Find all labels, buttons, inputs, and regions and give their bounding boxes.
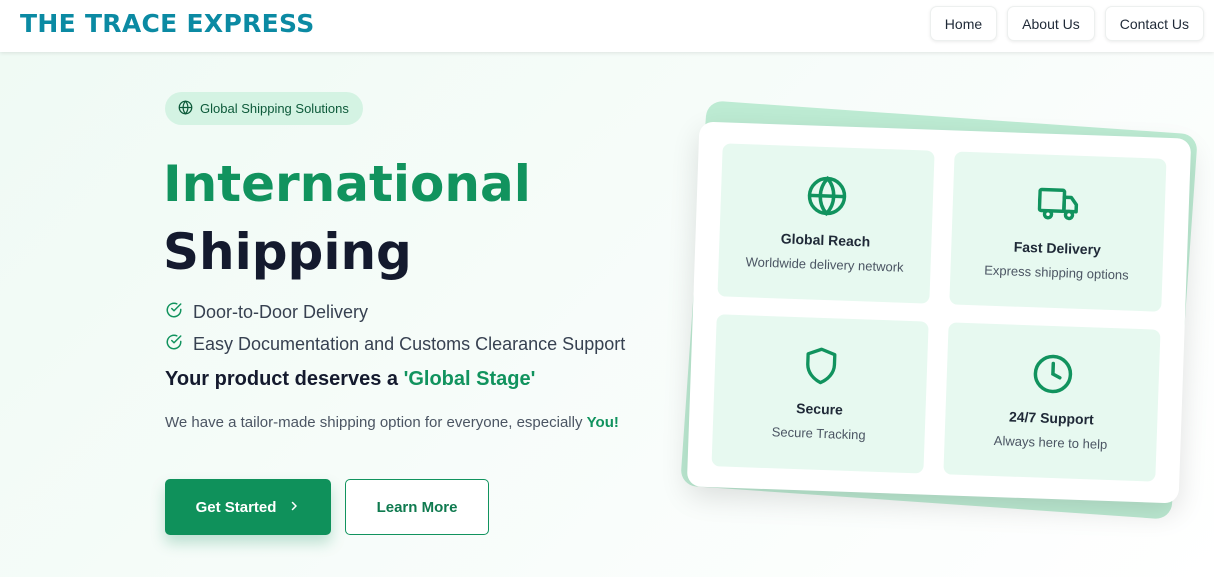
globe-icon [805, 174, 849, 232]
service-title: Secure [795, 400, 844, 418]
learn-more-button[interactable]: Learn More [345, 479, 489, 535]
chevron-right-icon [288, 499, 300, 516]
hero-badge-label: Global Shipping Solutions [200, 101, 349, 116]
globe-icon [178, 99, 193, 118]
services-card: Global Reach Worldwide delivery network … [686, 121, 1192, 504]
feature-list: Door-to-Door Delivery Easy Documentation… [165, 296, 625, 360]
service-tile-secure: Secure Secure Tracking [711, 313, 929, 474]
nav-about-us[interactable]: About Us [1007, 6, 1095, 41]
service-subtitle: Always here to help [993, 433, 1108, 453]
service-subtitle: Express shipping options [983, 262, 1129, 283]
truck-icon [1037, 182, 1081, 240]
service-subtitle: Secure Tracking [771, 424, 866, 443]
hero-description: We have a tailor-made shipping option fo… [165, 414, 619, 431]
feature-label: Easy Documentation and Customs Clearance… [193, 333, 626, 354]
check-circle-icon [165, 301, 183, 324]
get-started-label: Get Started [195, 498, 277, 516]
feature-item: Door-to-Door Delivery [165, 296, 625, 328]
tagline-prefix: Your product deserves a [165, 368, 404, 390]
desc-highlight: You! [586, 414, 619, 431]
nav-home[interactable]: Home [929, 6, 998, 41]
nav-contact-us[interactable]: Contact Us [1104, 6, 1204, 41]
get-started-button[interactable]: Get Started [165, 479, 331, 535]
feature-item: Easy Documentation and Customs Clearance… [165, 328, 625, 360]
service-tile-support: 24/7 Support Always here to help [943, 321, 1161, 482]
hero-title-line1: International [163, 155, 531, 213]
tagline-highlight: 'Global Stage' [403, 368, 536, 390]
clock-icon [1031, 353, 1075, 411]
service-title: Fast Delivery [1013, 238, 1102, 258]
check-circle-icon [165, 333, 183, 356]
service-title: 24/7 Support [1008, 408, 1095, 428]
hero-tagline: Your product deserves a 'Global Stage' [165, 368, 535, 391]
service-tile-fast-delivery: Fast Delivery Express shipping options [949, 151, 1167, 312]
main-nav: Home About Us Contact Us [929, 6, 1204, 41]
service-subtitle: Worldwide delivery network [745, 253, 904, 275]
hero-title: International Shipping [163, 150, 531, 286]
service-tile-global-reach: Global Reach Worldwide delivery network [717, 143, 935, 304]
site-header: THE TRACE EXPRESS Home About Us Contact … [0, 0, 1214, 52]
feature-label: Door-to-Door Delivery [193, 301, 369, 322]
hero-title-line2: Shipping [163, 223, 412, 281]
brand-logo[interactable]: THE TRACE EXPRESS [20, 9, 315, 38]
hero-badge: Global Shipping Solutions [165, 92, 363, 125]
desc-prefix: We have a tailor-made shipping option fo… [165, 414, 587, 431]
service-title: Global Reach [780, 230, 871, 250]
shield-icon [800, 345, 842, 401]
